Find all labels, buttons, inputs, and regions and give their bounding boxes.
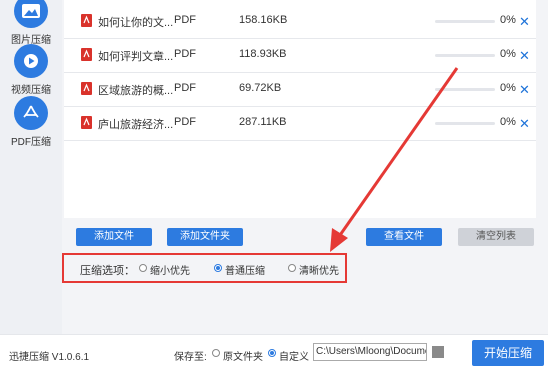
file-type: PDF [174,82,196,94]
option-label: 清晰优先 [299,266,339,277]
file-size: 118.93KB [239,48,287,60]
sidebar-item-label: 视频压缩 [11,85,51,96]
progress-percent: 0% [500,14,516,26]
annotation-arrow [330,67,459,252]
pdf-icon [14,96,48,130]
app-version: 迅捷压缩 V1.0.6.1 [9,352,90,363]
video-icon [14,44,48,78]
file-row[interactable]: 如何让你的文... PDF 158.16KB 0% ✕ [64,4,536,39]
footer-bar: 迅捷压缩 V1.0.6.1 保存至: 原文件夹 自定义 C:\Users\Mlo… [0,334,548,375]
sidebar: 图片压缩 视频压缩 PDF压缩 [0,0,62,334]
save-to-label: 保存至: [174,352,207,363]
options-label: 压缩选项： [80,265,135,277]
compression-options: 压缩选项： 缩小优先 普通压缩 清晰优先 [62,253,347,283]
image-icon [14,0,48,28]
pdf-file-icon [81,48,92,61]
file-name: 如何让你的文... [98,17,174,29]
radio-shrink-first[interactable] [139,264,147,272]
pdf-file-icon [81,14,92,27]
file-name: 区域旅游的概... [98,85,174,97]
progress-percent: 0% [500,48,516,60]
option-label: 缩小优先 [150,266,190,277]
radio-custom[interactable] [268,349,276,357]
radio-clear-first[interactable] [288,264,296,272]
sidebar-item-label: PDF压缩 [11,137,51,148]
option-label: 自定义 [279,352,309,363]
folder-browse-icon[interactable] [432,346,444,358]
sidebar-item-image-compress[interactable]: 图片压缩 [0,0,62,46]
file-type: PDF [174,14,196,26]
remove-icon[interactable]: ✕ [519,116,530,132]
file-type: PDF [174,48,196,60]
remove-icon[interactable]: ✕ [519,48,530,64]
sidebar-item-video-compress[interactable]: 视频压缩 [0,44,62,96]
pdf-file-icon [81,82,92,95]
file-type: PDF [174,116,196,128]
radio-normal[interactable] [214,264,222,272]
start-compress-button[interactable]: 开始压缩 [472,340,544,366]
option-label: 原文件夹 [223,352,263,363]
file-name: 庐山旅游经济... [98,119,174,131]
progress-bar [435,20,495,23]
sidebar-item-pdf-compress[interactable]: PDF压缩 [0,96,62,148]
add-file-button[interactable]: 添加文件 [76,228,152,246]
remove-icon[interactable]: ✕ [519,14,530,30]
file-name: 如何评判文章... [98,51,174,63]
progress-bar [435,54,495,57]
add-folder-button[interactable]: 添加文件夹 [167,228,243,246]
remove-icon[interactable]: ✕ [519,82,530,98]
progress-percent: 0% [500,82,516,94]
progress-percent: 0% [500,116,516,128]
option-label: 普通压缩 [225,266,265,277]
file-size: 287.11KB [239,116,287,128]
save-path-input[interactable]: C:\Users\Mloong\Docume [313,343,427,361]
file-size: 69.72KB [239,82,282,94]
radio-original-folder[interactable] [212,349,220,357]
pdf-file-icon [81,116,92,129]
file-size: 158.16KB [239,14,288,26]
